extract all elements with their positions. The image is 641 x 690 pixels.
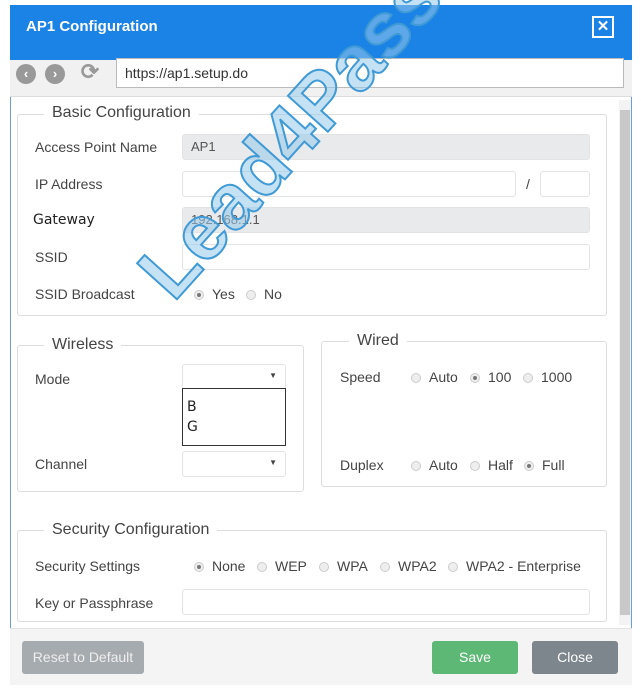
wireless-legend: Wireless — [44, 336, 122, 354]
radio-unselected — [523, 373, 533, 383]
ssid-broadcast-label: SSID Broadcast — [35, 286, 135, 302]
radio-selected — [524, 461, 534, 471]
security-wpa2-enterprise-radio[interactable]: WPA2 - Enterprise — [448, 558, 581, 574]
refresh-icon[interactable]: ⟳ — [80, 61, 100, 83]
chevron-down-icon: ▼ — [269, 458, 277, 467]
radio-unselected — [470, 461, 480, 471]
ip-address-input[interactable] — [182, 171, 516, 197]
window-title: AP1 Configuration — [26, 18, 158, 35]
key-label: Key or Passphrase — [35, 595, 154, 611]
radio-label: WPA — [337, 558, 368, 574]
radio-unselected — [246, 290, 256, 300]
radio-label: 100 — [488, 369, 512, 385]
scrollbar-thumb[interactable] — [620, 110, 630, 615]
radio-unselected — [319, 562, 329, 572]
radio-label: WEP — [275, 558, 307, 574]
broadcast-no-radio[interactable]: No — [246, 286, 282, 302]
radio-unselected — [411, 461, 421, 471]
speed-label: Speed — [340, 369, 381, 385]
radio-unselected — [411, 373, 421, 383]
radio-label: No — [264, 286, 282, 302]
ap-name-label: Access Point Name — [35, 139, 158, 155]
subnet-mask-input[interactable] — [540, 171, 590, 197]
mode-option-b[interactable]: B — [187, 399, 281, 419]
security-wep-radio[interactable]: WEP — [257, 558, 307, 574]
channel-select[interactable]: ▼ — [182, 451, 286, 477]
subnet-slash: / — [526, 176, 530, 192]
security-wpa-radio[interactable]: WPA — [319, 558, 368, 574]
radio-label: Full — [542, 457, 565, 473]
mode-dropdown-list: B G — [182, 388, 286, 446]
security-settings-label: Security Settings — [35, 558, 141, 574]
speed-1000-radio[interactable]: 1000 — [523, 369, 572, 385]
mode-label: Mode — [35, 371, 71, 387]
radio-unselected — [257, 562, 267, 572]
arrow-right-icon[interactable]: › — [45, 64, 65, 84]
duplex-auto-radio[interactable]: Auto — [411, 457, 458, 473]
radio-label: Yes — [212, 286, 235, 302]
key-input[interactable] — [182, 589, 590, 615]
ssid-input[interactable] — [182, 244, 590, 270]
radio-selected — [194, 290, 204, 300]
radio-selected — [194, 562, 204, 572]
mode-option-g[interactable]: G — [187, 419, 281, 439]
security-wpa2-radio[interactable]: WPA2 — [380, 558, 437, 574]
security-none-radio[interactable]: None — [194, 558, 245, 574]
radio-label: Half — [488, 457, 513, 473]
radio-label: WPA2 - Enterprise — [466, 558, 581, 574]
channel-label: Channel — [35, 456, 88, 472]
arrow-left-icon[interactable]: ‹ — [16, 64, 36, 84]
radio-label: Auto — [429, 369, 458, 385]
security-legend: Security Configuration — [44, 521, 218, 539]
radio-unselected — [380, 562, 390, 572]
ssid-label: SSID — [35, 249, 68, 265]
basic-config-legend: Basic Configuration — [44, 104, 199, 122]
duplex-half-radio[interactable]: Half — [470, 457, 513, 473]
gateway-input[interactable]: 192.168.1.1 — [182, 207, 590, 233]
ip-address-label: IP Address — [35, 176, 103, 192]
radio-label: None — [212, 558, 246, 574]
speed-auto-radio[interactable]: Auto — [411, 369, 458, 385]
close-button[interactable]: Close — [532, 641, 618, 674]
url-input[interactable]: https://ap1.setup.do — [116, 58, 624, 88]
duplex-full-radio[interactable]: Full — [524, 457, 565, 473]
duplex-label: Duplex — [340, 457, 384, 473]
ap-name-input[interactable]: AP1 — [182, 134, 590, 160]
reset-to-default-button[interactable]: Reset to Default — [22, 641, 144, 674]
close-icon[interactable]: ✕ — [592, 16, 614, 38]
speed-100-radio[interactable]: 100 — [470, 369, 511, 385]
radio-unselected — [448, 562, 458, 572]
save-button[interactable]: Save — [432, 641, 518, 674]
radio-label: 1000 — [541, 369, 573, 385]
radio-selected — [470, 373, 480, 383]
gateway-label: Gateway — [33, 212, 95, 228]
broadcast-yes-radio[interactable]: Yes — [194, 286, 235, 302]
wired-legend: Wired — [349, 332, 407, 350]
radio-label: Auto — [429, 457, 458, 473]
mode-select[interactable]: ▼ — [182, 364, 286, 390]
chevron-down-icon: ▼ — [269, 371, 277, 380]
radio-label: WPA2 — [398, 558, 437, 574]
